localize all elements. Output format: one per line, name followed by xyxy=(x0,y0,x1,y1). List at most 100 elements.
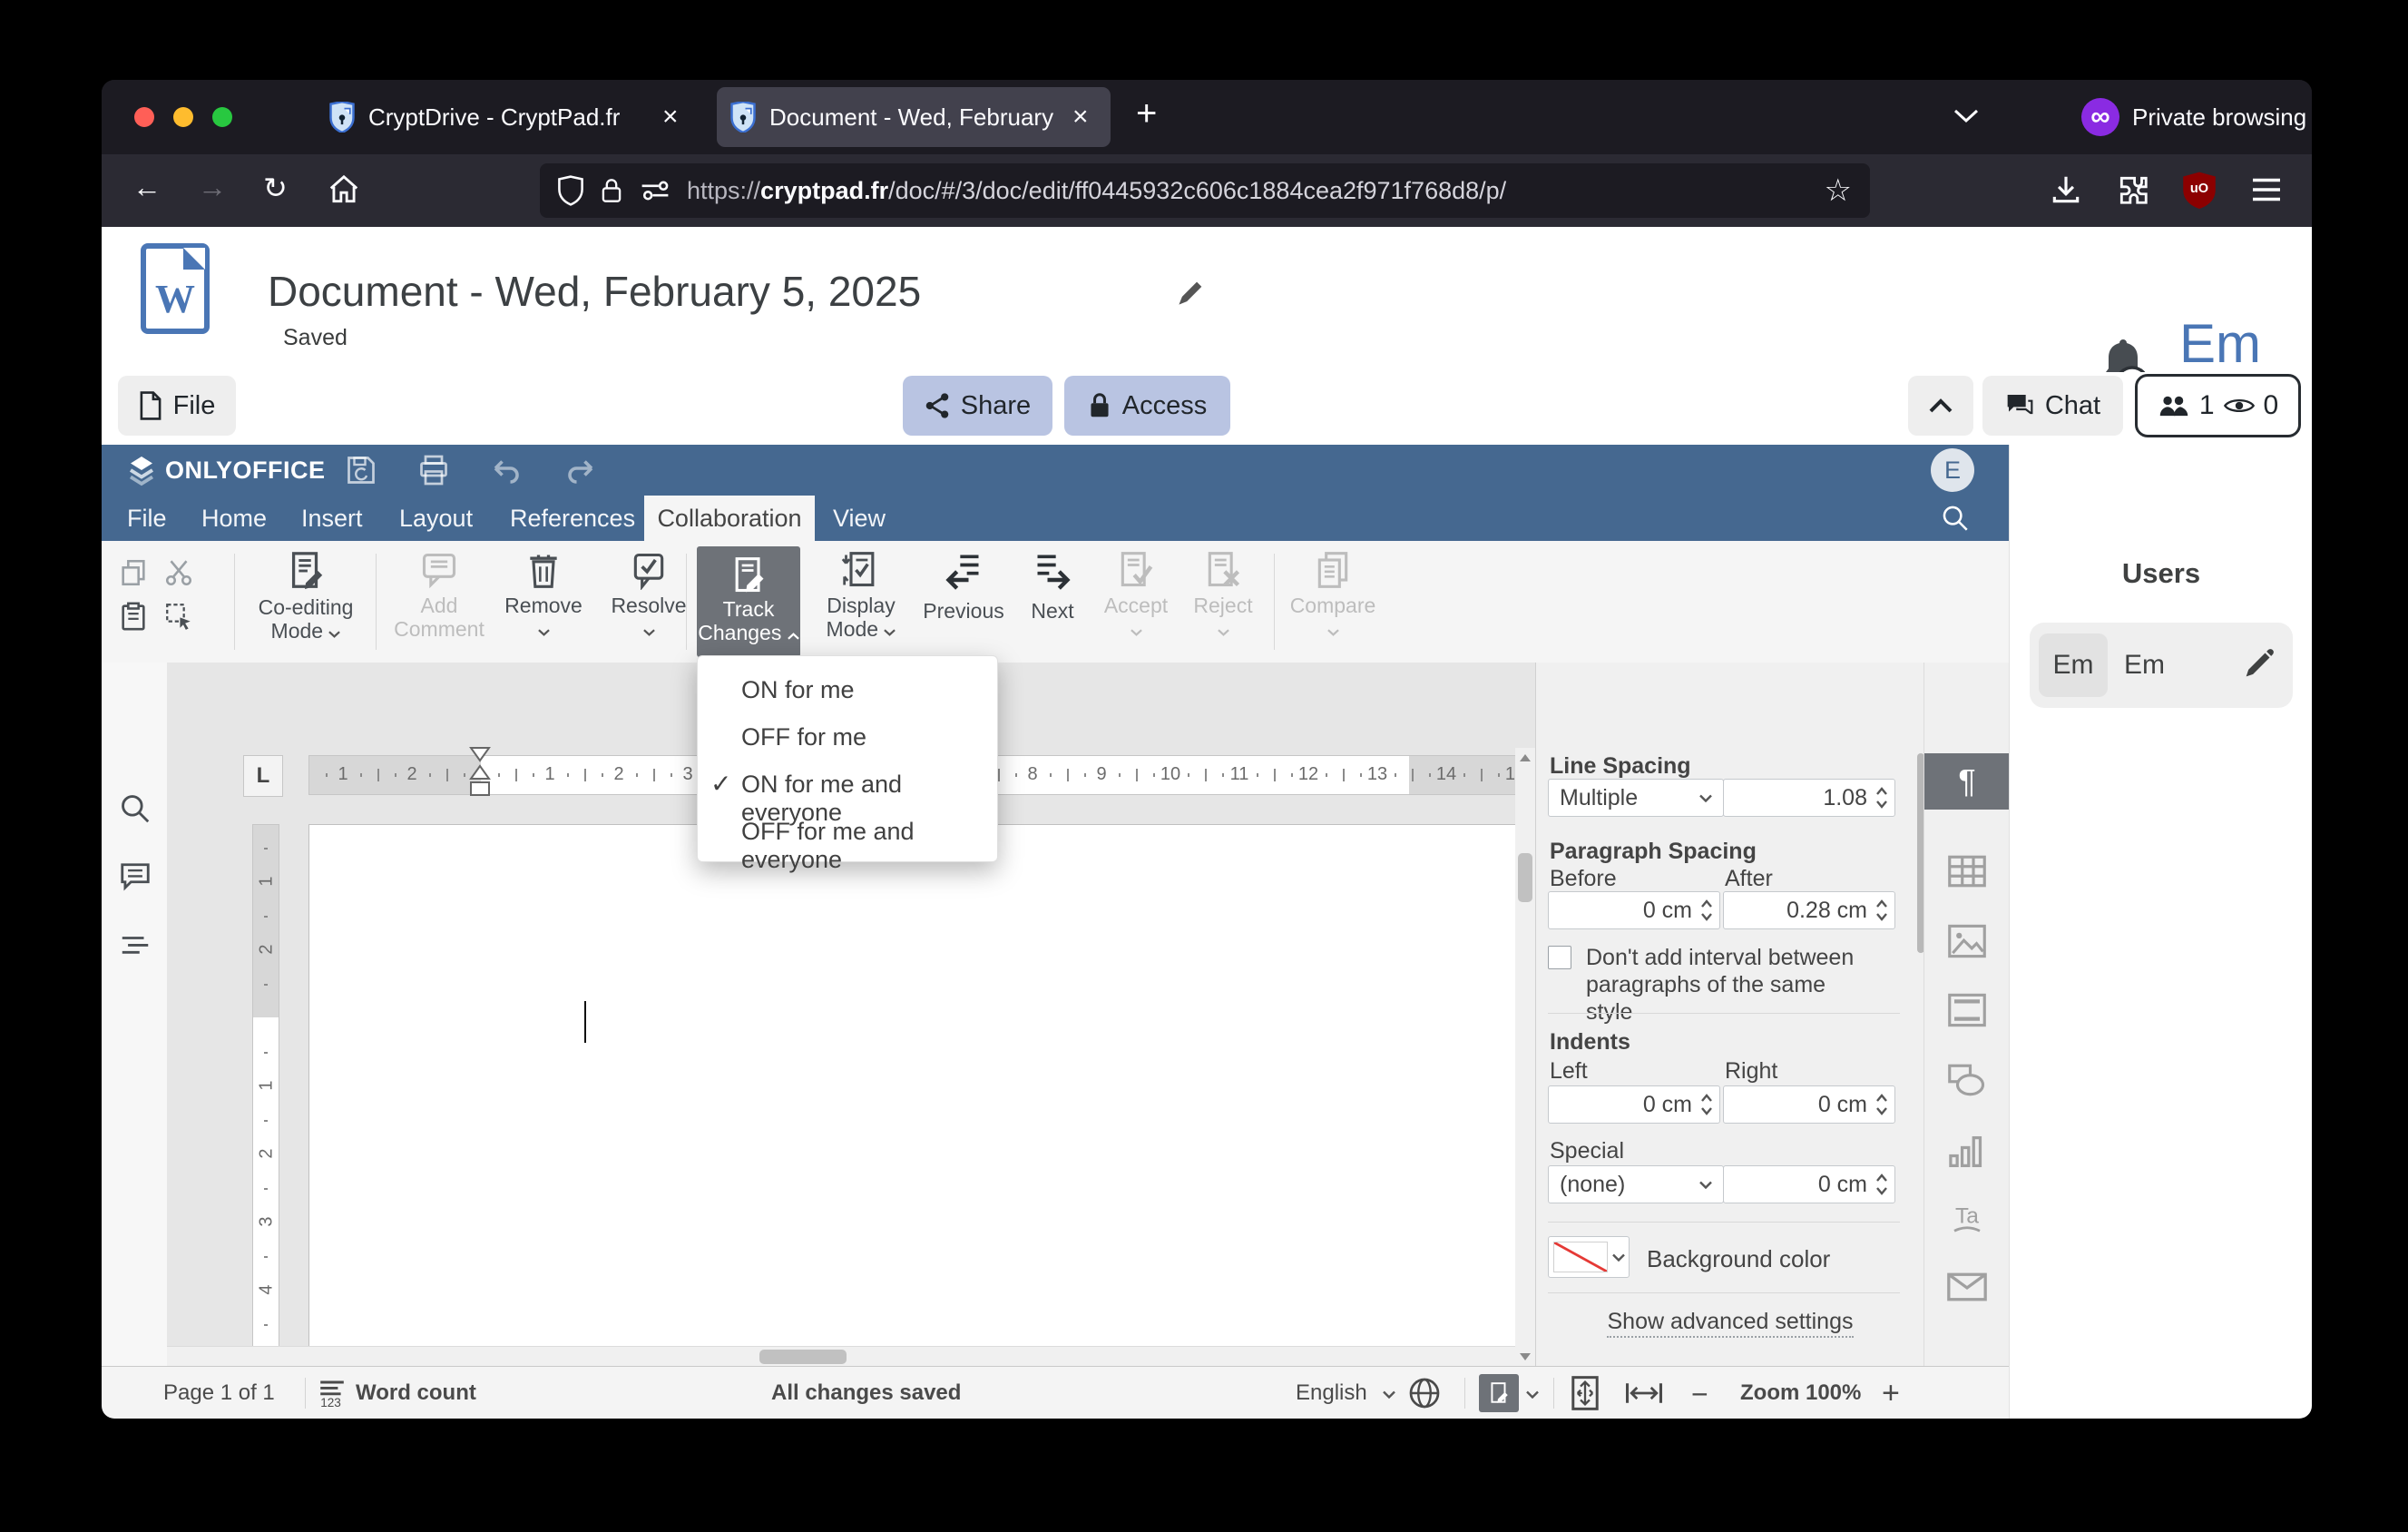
page-title[interactable]: Document - Wed, February 5, 2025 xyxy=(268,267,921,316)
menu-collaboration-active[interactable]: Collaboration xyxy=(644,496,815,541)
forward-icon[interactable]: → xyxy=(198,171,227,204)
print-icon[interactable] xyxy=(417,454,450,486)
no-interval-checkbox[interactable] xyxy=(1548,946,1571,969)
traffic-close-button[interactable] xyxy=(134,107,154,127)
paste-icon[interactable] xyxy=(118,601,149,632)
paragraph-settings-tab-active[interactable]: ¶ xyxy=(1924,753,2010,810)
vertical-scrollbar[interactable] xyxy=(1515,748,1535,1419)
zoom-level[interactable]: Zoom 100% xyxy=(1740,1380,1861,1406)
previous-change-button[interactable]: Previous xyxy=(916,550,1011,623)
line-spacing-input[interactable]: 1.08 xyxy=(1723,779,1895,817)
editor-search-icon[interactable] xyxy=(1940,503,1971,534)
special-by-input[interactable]: 0 cm xyxy=(1723,1165,1895,1203)
image-settings-icon[interactable] xyxy=(1948,924,1986,958)
rename-pencil-icon[interactable] xyxy=(2240,646,2276,683)
hamburger-menu-icon[interactable] xyxy=(2250,176,2283,203)
permissions-icon[interactable] xyxy=(640,177,671,204)
indent-marker[interactable] xyxy=(465,746,494,811)
file-menu-button[interactable]: File xyxy=(118,376,236,436)
download-icon[interactable] xyxy=(2049,172,2083,207)
menu-view[interactable]: View xyxy=(833,505,886,533)
tab-close-icon[interactable]: × xyxy=(1072,103,1089,131)
spacing-after-input[interactable]: 0.28 cm xyxy=(1723,891,1895,929)
editor-user-avatar[interactable]: E xyxy=(1931,448,1974,492)
spinner-icon[interactable] xyxy=(1701,1094,1712,1115)
indent-right-input[interactable]: 0 cm xyxy=(1723,1085,1895,1124)
comments-icon[interactable] xyxy=(118,860,152,895)
track-changes-status-toggle[interactable] xyxy=(1479,1374,1519,1412)
bookmark-star-icon[interactable]: ☆ xyxy=(1825,172,1852,209)
edit-title-pencil-icon[interactable] xyxy=(1175,278,1206,309)
menu-home[interactable]: Home xyxy=(201,505,267,533)
menu-references[interactable]: References xyxy=(510,505,635,533)
save-icon[interactable] xyxy=(345,454,377,486)
menu-item-on-for-me[interactable]: ON for me xyxy=(741,676,855,704)
special-select[interactable]: (none) xyxy=(1548,1165,1724,1203)
spinner-icon[interactable] xyxy=(1876,1094,1887,1115)
zoom-out-button[interactable]: − xyxy=(1691,1378,1708,1411)
spinner-icon[interactable] xyxy=(1876,899,1887,921)
word-count-button[interactable]: Word count xyxy=(356,1380,476,1406)
account-avatar[interactable]: Em xyxy=(2179,312,2261,375)
copy-icon[interactable] xyxy=(118,557,149,588)
collapse-toolbar-button[interactable] xyxy=(1908,376,1973,436)
tab-document-active[interactable]: Document - Wed, February 5, 2025 × xyxy=(717,87,1111,147)
new-tab-button[interactable]: + xyxy=(1136,93,1157,134)
horizontal-scrollbar[interactable] xyxy=(167,1346,1515,1367)
redo-icon[interactable] xyxy=(564,457,597,485)
fit-page-icon[interactable] xyxy=(1571,1376,1599,1410)
undo-icon[interactable] xyxy=(490,457,523,485)
spinner-icon[interactable] xyxy=(1876,1174,1887,1195)
traffic-minimize-button[interactable] xyxy=(173,107,193,127)
background-color-picker[interactable] xyxy=(1548,1236,1630,1278)
access-button[interactable]: Access xyxy=(1064,376,1230,436)
lock-icon[interactable] xyxy=(600,176,623,205)
menu-file[interactable]: File xyxy=(127,505,167,533)
spinner-icon[interactable] xyxy=(1876,787,1887,809)
language-selector[interactable]: English xyxy=(1296,1380,1367,1406)
spinner-icon[interactable] xyxy=(1701,899,1712,921)
text-art-settings-icon[interactable]: Ta xyxy=(1948,1202,1986,1238)
document-page[interactable] xyxy=(308,824,1568,1419)
vertical-ruler[interactable]: 21123456 xyxy=(252,824,279,1419)
menu-layout[interactable]: Layout xyxy=(399,505,473,533)
menu-insert[interactable]: Insert xyxy=(301,505,363,533)
extensions-puzzle-icon[interactable] xyxy=(2116,172,2150,207)
remove-button[interactable]: Remove xyxy=(494,550,593,641)
select-all-icon[interactable] xyxy=(163,601,194,632)
tab-cryptdrive[interactable]: CryptDrive - CryptPad.fr × xyxy=(318,87,720,147)
indent-left-input[interactable]: 0 cm xyxy=(1548,1085,1720,1124)
find-icon[interactable] xyxy=(118,791,152,826)
menu-item-off-for-me[interactable]: OFF for me xyxy=(741,723,866,751)
presence-indicator[interactable]: 1 0 xyxy=(2135,374,2301,437)
back-icon[interactable]: ← xyxy=(132,171,162,204)
zoom-in-button[interactable]: + xyxy=(1882,1376,1900,1411)
home-icon[interactable] xyxy=(327,172,361,207)
scroll-up-icon[interactable] xyxy=(1519,753,1532,762)
resolve-button[interactable]: Resolve xyxy=(599,550,699,641)
table-settings-icon[interactable] xyxy=(1948,855,1986,888)
headers-footers-icon[interactable] xyxy=(1948,993,1986,1027)
mail-merge-icon[interactable] xyxy=(1947,1272,1987,1301)
page-indicator[interactable]: Page 1 of 1 xyxy=(163,1380,275,1406)
spacing-before-input[interactable]: 0 cm xyxy=(1548,891,1720,929)
scrollbar-thumb[interactable] xyxy=(759,1350,847,1364)
spellcheck-globe-icon[interactable] xyxy=(1408,1377,1441,1409)
menu-item-off-for-everyone[interactable]: OFF for me and everyone xyxy=(741,818,997,874)
fit-width-icon[interactable] xyxy=(1626,1381,1662,1405)
line-spacing-select[interactable]: Multiple xyxy=(1548,779,1724,817)
ublock-origin-icon[interactable]: uO xyxy=(2181,171,2217,209)
tab-stop-selector[interactable]: L xyxy=(243,755,283,797)
next-change-button[interactable]: Next xyxy=(1014,550,1091,623)
cut-icon[interactable] xyxy=(163,557,194,588)
co-editing-mode-button[interactable]: Co-editing Mode xyxy=(247,550,365,643)
tab-list-chevron-icon[interactable] xyxy=(1953,107,1980,123)
chart-settings-icon[interactable] xyxy=(1949,1134,1985,1169)
tab-close-icon[interactable]: × xyxy=(662,103,679,131)
traffic-zoom-button[interactable] xyxy=(212,107,232,127)
display-mode-button[interactable]: Display Mode xyxy=(811,550,911,641)
shape-settings-icon[interactable] xyxy=(1948,1064,1986,1096)
chat-button[interactable]: Chat xyxy=(1982,376,2123,436)
url-bar[interactable]: https://cryptpad.fr/doc/#/3/doc/edit/ff0… xyxy=(540,163,1870,218)
show-advanced-settings-link[interactable]: Show advanced settings xyxy=(1536,1309,1924,1338)
